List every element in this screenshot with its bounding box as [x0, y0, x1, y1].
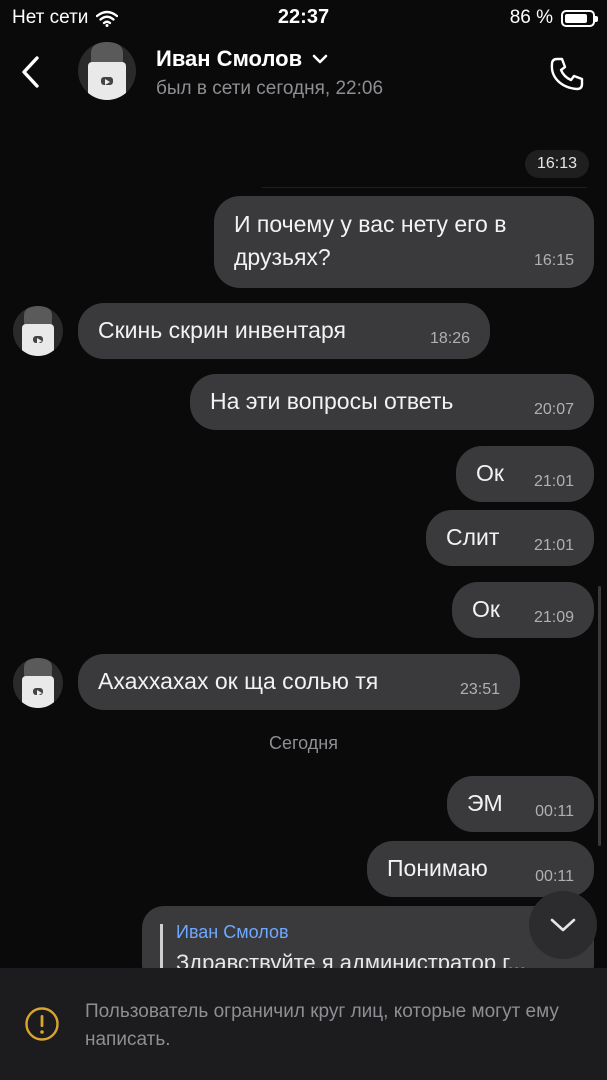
contact-avatar-small[interactable] [13, 658, 63, 708]
battery-percent: 86 % [509, 7, 553, 28]
message-outgoing[interactable]: Слит 21:01 [426, 510, 594, 566]
call-button[interactable] [545, 52, 589, 96]
last-seen: был в сети сегодня, 22:06 [156, 78, 384, 99]
message-time: 23:51 [459, 681, 500, 698]
message-text: Слит [446, 524, 500, 550]
scrollbar[interactable] [598, 586, 601, 846]
phone-icon [550, 57, 584, 91]
message-time: 18:26 [429, 330, 470, 347]
message-time: 21:09 [533, 609, 574, 626]
contact-avatar[interactable] [78, 42, 136, 100]
reply-quote-bar [160, 924, 163, 968]
date-pill: 16:13 [524, 150, 589, 178]
divider [262, 187, 587, 188]
message-text: Ок [476, 460, 504, 486]
message-outgoing[interactable]: На эти вопросы ответь 20:07 [190, 374, 594, 430]
message-incoming[interactable]: Ахаххахах ок ща солью тя 23:51 [78, 654, 520, 710]
chevron-down-icon [550, 918, 576, 932]
message-time: 00:11 [535, 803, 574, 820]
message-outgoing[interactable]: Ок 21:09 [452, 582, 594, 638]
message-text: Понимаю [387, 855, 488, 881]
message-text: ЭМ [467, 790, 503, 816]
contact-avatar-small[interactable] [13, 306, 63, 356]
restriction-text: Пользователь ограничил круг лиц, которые… [85, 1001, 559, 1050]
status-bar: Нет сети 22:37 86 % [0, 0, 607, 34]
message-with-reply[interactable]: Иван Смолов Здравствуйте я администратор… [142, 906, 594, 968]
message-text: Ахаххахах ок ща солью тя [98, 668, 379, 694]
message-time: 00:11 [535, 868, 574, 885]
back-button[interactable] [10, 50, 50, 94]
message-text: Скинь скрин инвентаря [98, 317, 346, 343]
message-outgoing[interactable]: И почему у вас нету его в друзьях? 16:15 [214, 196, 594, 288]
message-time: 20:07 [533, 401, 574, 418]
battery-icon [561, 9, 598, 27]
message-incoming[interactable]: Скинь скрин инвентаря 18:26 [78, 303, 490, 359]
message-time: 16:15 [533, 252, 574, 269]
message-time: 21:01 [533, 473, 574, 490]
chevron-down-icon [312, 54, 328, 64]
scroll-to-bottom-button[interactable] [529, 891, 597, 959]
message-outgoing[interactable]: Понимаю 00:11 [367, 841, 594, 897]
message-outgoing[interactable]: Ок 21:01 [456, 446, 594, 502]
message-text: На эти вопросы ответь [210, 388, 454, 414]
restriction-notice: Пользователь ограничил круг лиц, которые… [0, 968, 607, 1080]
reply-author: Иван Смолов [176, 922, 289, 942]
message-time: 21:01 [533, 537, 574, 554]
contact-name: Иван Смолов [156, 46, 303, 71]
chat-header: Иван Смолов был в сети сегодня, 22:06 [0, 34, 607, 116]
chevron-left-icon [22, 56, 39, 88]
message-outgoing[interactable]: ЭМ 00:11 [447, 776, 594, 832]
reply-text: Здравствуйте я администратор г... [176, 950, 526, 968]
battery-status: 86 % [509, 7, 598, 29]
battery-fill [565, 13, 588, 23]
contact-name-button[interactable]: Иван Смолов [156, 46, 328, 72]
warning-icon [25, 1007, 59, 1041]
message-text: И почему у вас нету его в [234, 211, 507, 237]
message-text-line2: друзьях? [234, 244, 331, 270]
message-list[interactable]: 16:13 И почему у вас нету его в друзьях?… [0, 116, 607, 968]
message-text: Ок [472, 596, 500, 622]
day-separator: Сегодня [269, 733, 338, 753]
